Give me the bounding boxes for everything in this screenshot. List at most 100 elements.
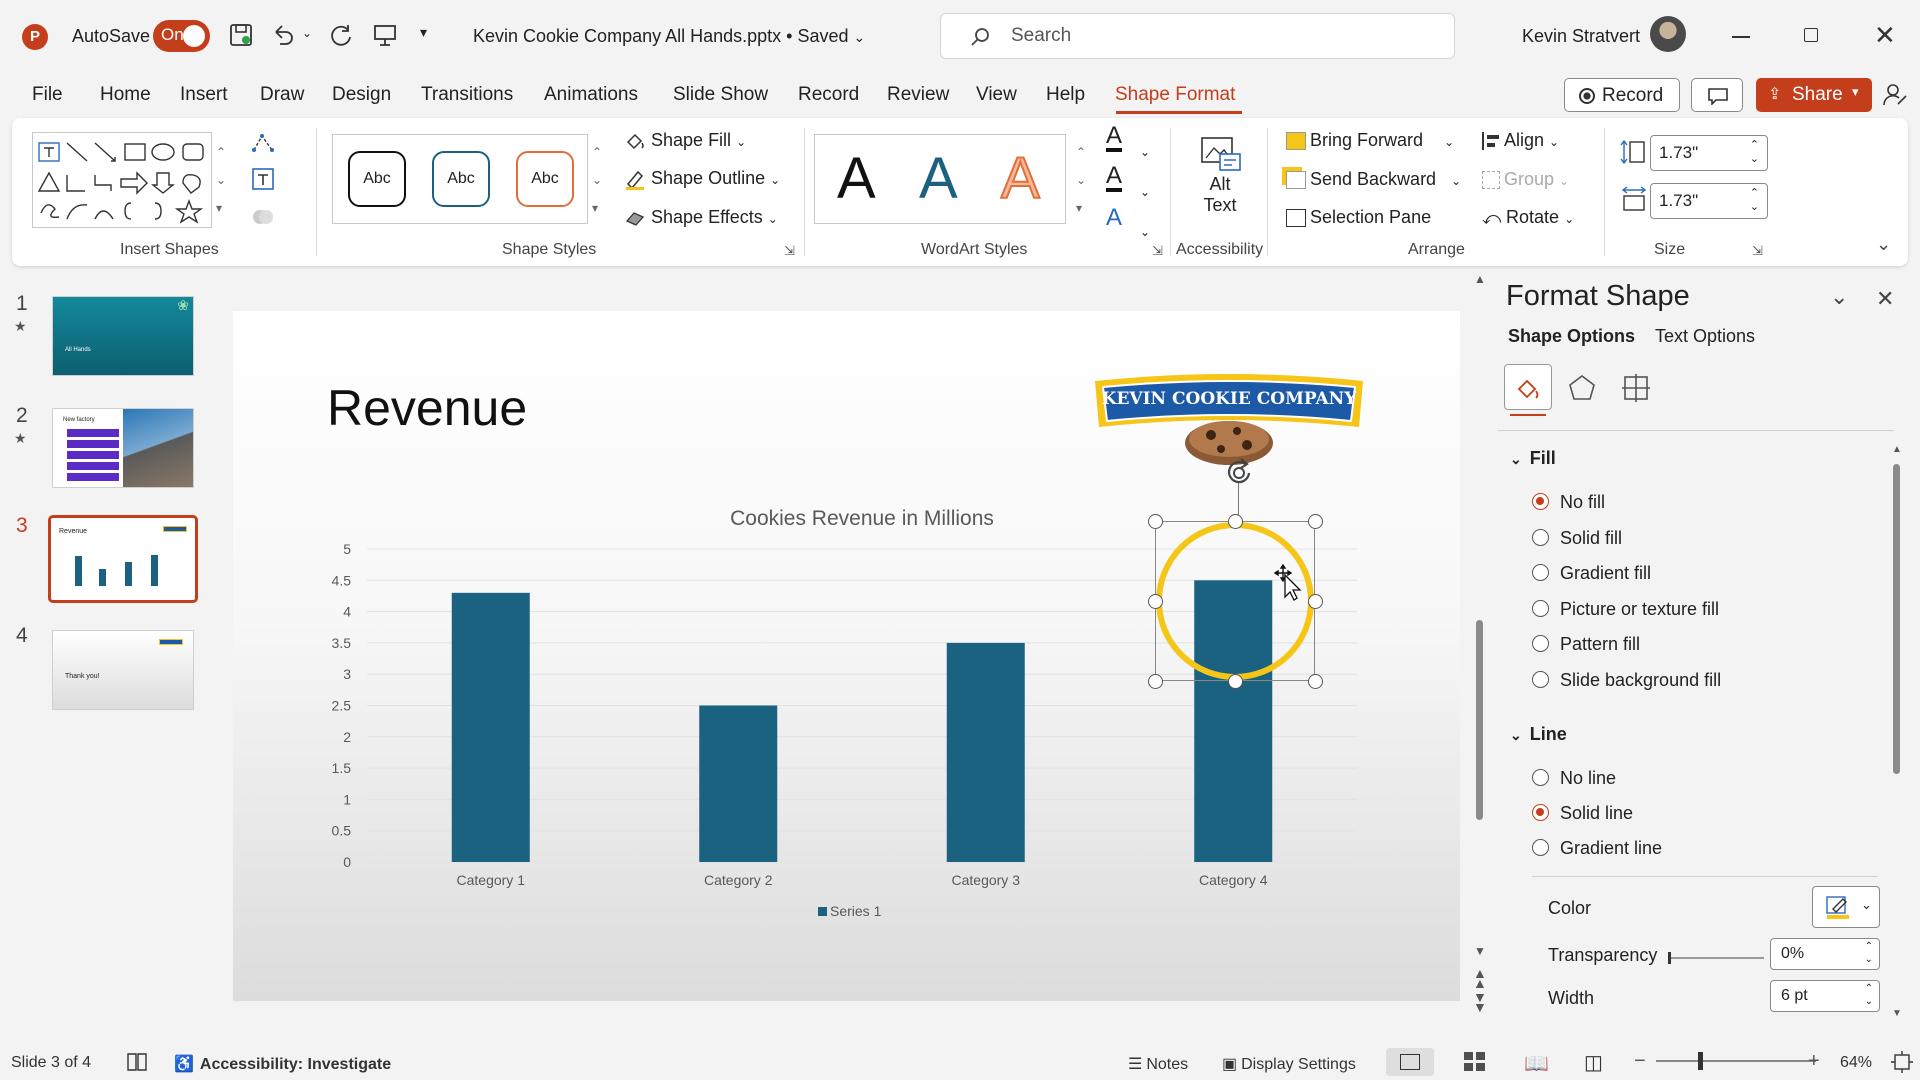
yellow-ring-shape[interactable] <box>1156 522 1314 680</box>
tab-help[interactable]: Help <box>1046 84 1085 106</box>
chart-bar[interactable] <box>699 705 778 863</box>
radio-picture-fill[interactable] <box>1532 600 1549 617</box>
spell-check-icon[interactable] <box>126 1052 148 1072</box>
wordart-style-teal[interactable]: A <box>919 145 958 212</box>
fit-to-window-icon[interactable] <box>1890 1050 1914 1074</box>
option-gradient-fill[interactable]: Gradient fill <box>1560 563 1651 584</box>
slide-thumbnail-1[interactable]: All Hands ❀ <box>52 296 194 376</box>
effects-tab-icon[interactable] <box>1566 372 1598 404</box>
wordart-style-orange[interactable]: A <box>1000 145 1041 212</box>
slideshow-view-icon[interactable]: ◫ <box>1584 1050 1603 1075</box>
tab-insert[interactable]: Insert <box>180 84 228 106</box>
comments-button[interactable] <box>1691 78 1743 112</box>
send-backward-button[interactable]: Send Backward ⌄ <box>1286 169 1461 190</box>
tab-design[interactable]: Design <box>332 84 391 106</box>
collapse-ribbon-icon[interactable]: ⌄ <box>1876 234 1891 255</box>
color-picker-button[interactable]: ⌄ <box>1812 886 1880 928</box>
minimize-icon[interactable] <box>1732 36 1750 38</box>
avatar[interactable] <box>1650 16 1686 52</box>
zoom-slider-thumb[interactable] <box>1698 1052 1703 1070</box>
tab-transitions[interactable]: Transitions <box>421 84 513 106</box>
tab-shape-format[interactable]: Shape Format <box>1115 84 1235 106</box>
coauthor-icon[interactable] <box>1882 82 1908 108</box>
text-fill-icon[interactable]: A <box>1106 124 1123 152</box>
wordart-gallery[interactable]: A A A <box>814 134 1066 224</box>
zoom-in-icon[interactable]: + <box>1808 1050 1820 1073</box>
accessibility-status[interactable]: ♿ Accessibility: Investigate <box>174 1054 391 1074</box>
shapes-scroll[interactable]: ⌃ ⌄ ▾ <box>216 138 226 222</box>
normal-view-icon[interactable] <box>1386 1048 1434 1076</box>
text-options-chevrons[interactable]: ⌄ ⌄ ⌄ <box>1140 132 1150 252</box>
slide-thumbnail-3[interactable]: Revenue <box>48 515 198 603</box>
notes-button[interactable]: ☰ Notes <box>1128 1054 1188 1074</box>
line-width-input[interactable]: 6 pt ⌃ ⌄ <box>1770 980 1880 1012</box>
transparency-input[interactable]: 0% ⌃ ⌄ <box>1770 938 1880 970</box>
option-no-fill[interactable]: No fill <box>1560 492 1605 513</box>
display-settings-button[interactable]: ▣ Display Settings <box>1222 1054 1356 1074</box>
resize-handle[interactable] <box>1308 594 1323 609</box>
merge-shapes-icon[interactable] <box>250 204 276 230</box>
tab-shape-options[interactable]: Shape Options <box>1508 326 1635 347</box>
chart-bar[interactable] <box>946 642 1025 862</box>
undo-dropdown-icon[interactable]: ⌄ <box>302 26 312 40</box>
shape-effects-button[interactable]: Shape Effects ⌄ <box>624 207 778 229</box>
radio-solid-line[interactable] <box>1532 804 1549 821</box>
slider-thumb[interactable] <box>1668 952 1671 964</box>
dialog-launcher-icon[interactable]: ⇲ <box>784 243 795 259</box>
slide-thumbnail-4[interactable]: Thank you! <box>52 630 194 710</box>
text-outline-icon[interactable]: A <box>1106 164 1123 192</box>
scroll-up-icon[interactable]: ▲ <box>1892 444 1902 455</box>
line-section-toggle[interactable]: ⌄ Line <box>1510 724 1567 745</box>
resize-handle[interactable] <box>1148 674 1163 689</box>
reading-view-icon[interactable]: 📖 <box>1524 1051 1549 1076</box>
alt-text-button[interactable]: Alt Text <box>1194 132 1246 228</box>
fill-line-tab[interactable] <box>1504 364 1552 410</box>
bring-forward-button[interactable]: Bring Forward ⌄ <box>1286 130 1454 151</box>
pane-close-icon[interactable]: ✕ <box>1876 286 1894 312</box>
chart-bar[interactable] <box>451 592 530 862</box>
radio-gradient-fill[interactable] <box>1532 564 1549 581</box>
text-effects-icon[interactable]: A <box>1106 206 1122 230</box>
tab-draw[interactable]: Draw <box>260 84 304 106</box>
radio-solid-fill[interactable] <box>1532 529 1549 546</box>
dialog-launcher-icon[interactable]: ⇲ <box>1152 243 1163 259</box>
tab-text-options[interactable]: Text Options <box>1655 326 1755 347</box>
radio-gradient-line[interactable] <box>1532 839 1549 856</box>
shape-style-teal[interactable]: Abc <box>432 151 490 207</box>
radio-slide-background-fill[interactable] <box>1532 671 1549 688</box>
tab-file[interactable]: File <box>32 84 63 106</box>
tab-review[interactable]: Review <box>887 84 949 106</box>
share-button[interactable]: ⇪ Share ▾ <box>1756 78 1872 112</box>
wordart-style-black[interactable]: A <box>837 145 876 212</box>
redo-icon[interactable] <box>328 22 354 48</box>
customize-qat-icon[interactable]: ▾ <box>420 24 427 41</box>
option-solid-line[interactable]: Solid line <box>1560 803 1633 824</box>
scroll-down-icon[interactable]: ▼ <box>1892 1008 1902 1019</box>
record-button[interactable]: Record <box>1564 78 1680 112</box>
autosave-toggle[interactable]: On <box>153 20 210 52</box>
user-name[interactable]: Kevin Stratvert <box>1522 26 1640 47</box>
tab-view[interactable]: View <box>976 84 1017 106</box>
rotate-handle-icon[interactable] <box>1219 455 1259 491</box>
edit-shape-icon[interactable] <box>250 130 280 156</box>
option-picture-fill[interactable]: Picture or texture fill <box>1560 599 1719 620</box>
scroll-thumb[interactable] <box>1476 620 1483 820</box>
selection-pane-button[interactable]: Selection Pane <box>1286 207 1431 228</box>
tab-slide-show[interactable]: Slide Show <box>673 84 768 106</box>
scroll-thumb[interactable] <box>1893 464 1900 774</box>
option-slide-background-fill[interactable]: Slide background fill <box>1560 670 1721 691</box>
pane-scrollbar[interactable]: ▲ ▼ <box>1890 444 1904 1024</box>
wordart-scroll[interactable]: ⌃ ⌄ ▾ <box>1076 138 1086 222</box>
tab-record[interactable]: Record <box>798 84 859 106</box>
resize-handle[interactable] <box>1308 514 1323 529</box>
shape-outline-button[interactable]: Shape Outline ⌄ <box>624 168 780 191</box>
option-gradient-line[interactable]: Gradient line <box>1560 838 1662 859</box>
fill-section-toggle[interactable]: ⌄ Fill <box>1510 448 1556 469</box>
document-title[interactable]: Kevin Cookie Company All Hands.pptx • Sa… <box>473 26 865 47</box>
tab-home[interactable]: Home <box>100 84 151 106</box>
slide-thumbnail-2[interactable]: New factory <box>52 408 194 488</box>
pane-options-chevron-icon[interactable]: ⌄ <box>1830 284 1848 310</box>
zoom-out-icon[interactable]: − <box>1634 1050 1646 1073</box>
shape-height-input[interactable]: 1.73" ⌃ ⌄ <box>1650 135 1768 171</box>
resize-handle[interactable] <box>1228 514 1243 529</box>
